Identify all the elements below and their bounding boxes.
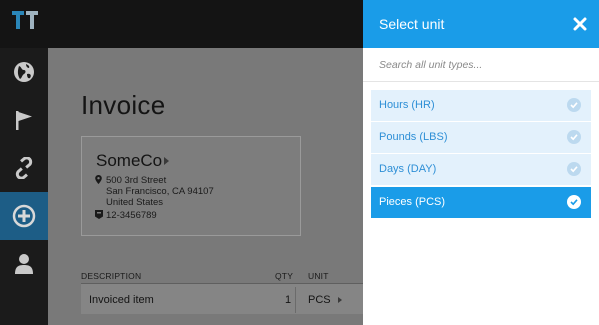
unit-option-label: Pieces (PCS)	[379, 196, 446, 208]
add-circle-icon	[12, 204, 36, 228]
check-circle-icon	[567, 98, 581, 112]
chevron-right-icon	[338, 297, 342, 303]
app-logo[interactable]	[12, 11, 40, 35]
row-unit[interactable]: PCS	[308, 294, 331, 306]
nav-item-user[interactable]	[0, 240, 48, 288]
unit-option[interactable]: Hours (HR)	[371, 90, 591, 121]
company-name: SomeCo	[96, 151, 163, 170]
globe-icon	[14, 62, 34, 82]
address-line: 500 3rd Street	[106, 175, 167, 186]
select-unit-panel: Select unit Hours (HR) Pounds (LBS) Days…	[363, 0, 599, 325]
unit-option-selected[interactable]: Pieces (PCS)	[371, 187, 591, 218]
flag-icon	[16, 111, 32, 130]
invoice-view: Invoice SomeCo 500 3rd Street San Franci…	[48, 48, 363, 325]
panel-header: Select unit	[363, 0, 599, 48]
unit-option[interactable]: Days (DAY)	[371, 154, 591, 185]
link-icon	[15, 157, 33, 179]
user-icon	[15, 254, 33, 274]
unit-option[interactable]: Pounds (LBS)	[371, 122, 591, 153]
company-phone: 12-3456789	[106, 210, 157, 221]
check-circle-icon	[567, 130, 581, 144]
address-line: San Francisco, CA 94107	[106, 186, 214, 197]
sidebar-nav	[0, 48, 48, 325]
nav-item-add[interactable]	[0, 192, 48, 240]
nav-item-link[interactable]	[0, 144, 48, 192]
panel-title: Select unit	[379, 16, 445, 32]
top-bar	[0, 0, 363, 48]
company-card[interactable]: SomeCo 500 3rd Street San Francisco, CA …	[81, 136, 301, 236]
id-card-icon	[95, 210, 103, 219]
unit-option-label: Days (DAY)	[379, 163, 437, 175]
unit-option-label: Hours (HR)	[379, 99, 435, 111]
check-circle-icon	[567, 195, 581, 209]
unit-search-input[interactable]	[363, 48, 599, 82]
page-title: Invoice	[81, 90, 166, 120]
map-pin-icon	[95, 175, 102, 184]
close-icon[interactable]	[572, 16, 588, 32]
unit-option-label: Pounds (LBS)	[379, 131, 448, 143]
check-circle-icon	[567, 162, 581, 176]
nav-item-flag[interactable]	[0, 96, 48, 144]
divider	[295, 287, 296, 313]
row-qty[interactable]: 1	[285, 294, 291, 306]
column-header-unit: UNIT	[308, 271, 329, 281]
column-header-description: DESCRIPTION	[81, 271, 142, 281]
column-header-qty: QTY	[275, 271, 294, 281]
address-line: United States	[106, 197, 164, 208]
nav-item-globe[interactable]	[0, 48, 48, 96]
chevron-right-icon	[164, 157, 169, 165]
row-description[interactable]: Invoiced item	[89, 294, 154, 306]
